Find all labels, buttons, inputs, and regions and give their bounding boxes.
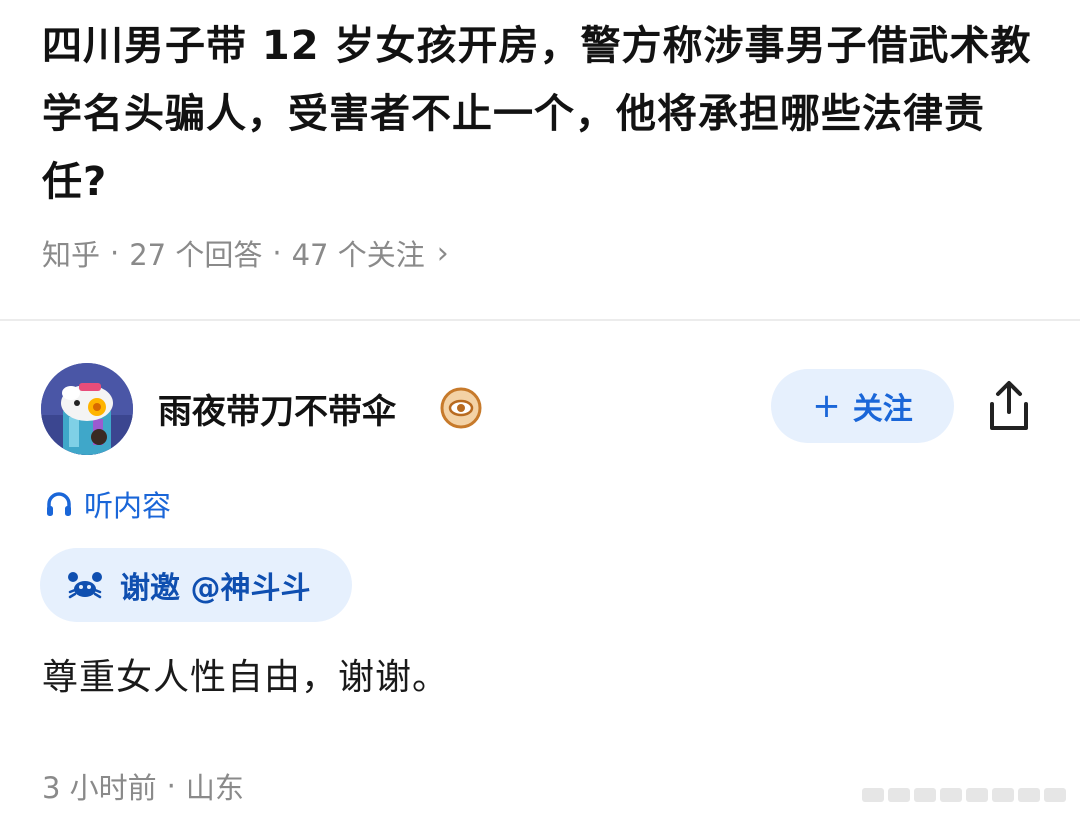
meta-separator: ·	[166, 769, 176, 803]
listen-content-button[interactable]: 听内容	[44, 483, 171, 525]
eye-badge-icon	[440, 387, 482, 429]
meta-separator: ·	[110, 236, 120, 270]
avatar[interactable]	[41, 363, 133, 455]
followers-count: 47 个关注	[291, 238, 425, 272]
section-divider	[0, 319, 1080, 321]
invite-chip[interactable]: 谢邀 @神斗斗	[40, 548, 352, 622]
source-label: 知乎	[42, 238, 101, 272]
share-icon[interactable]	[984, 378, 1034, 434]
answer-location: 山东	[185, 771, 244, 805]
answer-meta: 3 小时前 · 山东	[42, 765, 244, 807]
answers-count: 27 个回答	[129, 238, 263, 272]
cartoon-avatar-icon	[41, 363, 133, 455]
invite-label: 谢邀 @神斗斗	[120, 571, 311, 606]
watermark	[862, 786, 1072, 804]
plus-icon: +	[812, 386, 841, 426]
invite-crab-icon	[68, 572, 102, 599]
answer-time: 3 小时前	[42, 771, 157, 805]
follow-button[interactable]: + 关注	[771, 369, 954, 443]
answer-body: 尊重女人性自由，谢谢。	[42, 657, 450, 698]
meta-separator: ·	[272, 236, 282, 270]
answer-page: 四川男子带 12 岁女孩开房，警方称涉事男子借武术教学名头骗人，受害者不止一个，…	[0, 0, 1080, 818]
chevron-right-icon: ›	[436, 235, 449, 271]
listen-label: 听内容	[84, 489, 172, 523]
headphones-icon	[47, 492, 71, 516]
question-meta[interactable]: 知乎 · 27 个回答 · 47 个关注 ›	[42, 232, 449, 274]
question-title[interactable]: 四川男子带 12 岁女孩开房，警方称涉事男子借武术教学名头骗人，受害者不止一个，…	[42, 12, 1042, 216]
author-name[interactable]: 雨夜带刀不带伞	[158, 384, 396, 433]
follow-label: 关注	[852, 392, 913, 427]
